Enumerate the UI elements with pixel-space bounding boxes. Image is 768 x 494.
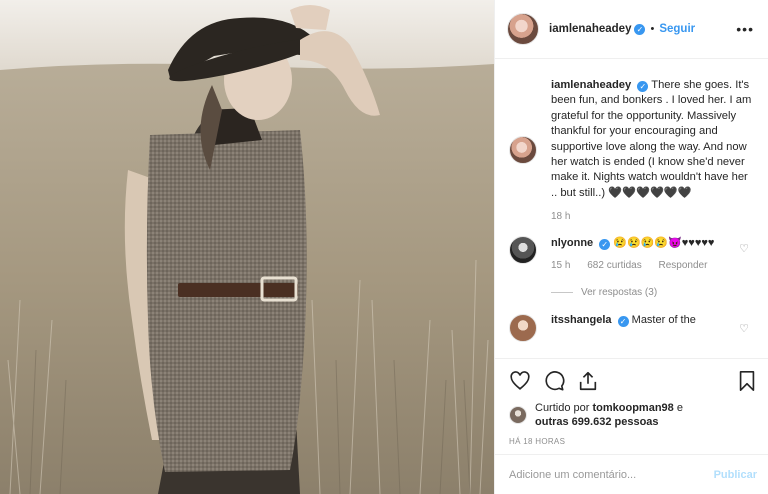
- liked-by: Curtido por tomkoopman98 e outras 699.63…: [509, 401, 757, 429]
- separator-dot: •: [650, 23, 655, 35]
- verified-badge-icon: ✓: [617, 316, 629, 328]
- author-avatar[interactable]: [507, 13, 539, 45]
- comment-text: Master of the: [631, 314, 696, 327]
- action-bar: [509, 369, 757, 393]
- comment-text: 😢😢😢😢😈♥♥♥♥♥: [613, 237, 715, 250]
- liker-avatar[interactable]: [509, 406, 527, 424]
- caption: iamlenaheadey ✓ There she goes. It's bee…: [509, 78, 757, 201]
- comment-item: nlyonne ✓ 😢😢😢😢😈♥♥♥♥♥ 15 h 682 curtidas R…: [509, 236, 757, 271]
- replies-line: [551, 292, 573, 294]
- comment-like-heart-icon[interactable]: ♡: [739, 242, 749, 255]
- post-photo[interactable]: [0, 0, 494, 494]
- comment-body: nlyonne ✓ 😢😢😢😢😈♥♥♥♥♥ 15 h 682 curtidas R…: [551, 236, 721, 271]
- post-header: iamlenaheadey ✓ • Seguir •••: [495, 0, 768, 59]
- comment-body: itsshangela ✓ Master of the: [551, 314, 696, 342]
- liked-by-text: Curtido por tomkoopman98 e outras 699.63…: [535, 401, 683, 429]
- comment-input[interactable]: [509, 468, 714, 481]
- author-username[interactable]: iamlenaheadey: [549, 23, 631, 35]
- comment-username[interactable]: nlyonne: [551, 237, 593, 249]
- heart-icon[interactable]: [509, 370, 531, 392]
- view-replies-button[interactable]: Ver respostas (3): [551, 287, 757, 298]
- commenter-avatar[interactable]: [509, 236, 537, 265]
- share-icon[interactable]: [577, 370, 599, 392]
- verified-badge-icon: ✓: [637, 81, 649, 92]
- comments-list[interactable]: iamlenaheadey ✓ There she goes. It's bee…: [495, 60, 768, 358]
- view-replies-label[interactable]: Ver respostas (3): [581, 287, 657, 298]
- liked-by-prefix: Curtido por: [535, 402, 590, 414]
- post-dialog: iamlenaheadey ✓ • Seguir ••• iamlenahead…: [0, 0, 768, 494]
- caption-username[interactable]: iamlenaheadey: [551, 79, 631, 91]
- caption-body: There she goes. It's been fun, and bonke…: [551, 79, 752, 199]
- commenter-avatar[interactable]: [509, 314, 537, 343]
- verified-badge-icon: ✓: [599, 239, 611, 251]
- comment-item: itsshangela ✓ Master of the ♡: [509, 314, 757, 343]
- caption-text: iamlenaheadey ✓ There she goes. It's bee…: [551, 78, 757, 201]
- more-options-icon[interactable]: •••: [736, 21, 754, 37]
- post-side-panel: iamlenaheadey ✓ • Seguir ••• iamlenahead…: [494, 0, 768, 494]
- liked-by-others[interactable]: outras 699.632 pessoas: [535, 416, 659, 428]
- follow-button[interactable]: Seguir: [659, 23, 695, 35]
- reply-button[interactable]: Responder: [659, 260, 708, 271]
- caption-avatar[interactable]: [509, 136, 537, 164]
- post-timestamp[interactable]: HÁ 18 HORAS: [509, 437, 757, 446]
- post-actions: Curtido por tomkoopman98 e outras 699.63…: [495, 358, 768, 446]
- comment-username[interactable]: itsshangela: [551, 314, 612, 326]
- liked-by-middle: e: [676, 402, 683, 414]
- bookmark-icon[interactable]: [737, 370, 757, 392]
- caption-age: 18 h: [551, 211, 571, 223]
- publish-button[interactable]: Publicar: [714, 469, 757, 481]
- verified-badge-icon: ✓: [634, 23, 646, 35]
- add-comment-bar: Publicar: [495, 454, 768, 494]
- comment-age: 15 h: [551, 260, 571, 272]
- comment-meta: 15 h 682 curtidas Responder: [551, 260, 721, 271]
- comment-icon[interactable]: [543, 370, 565, 392]
- comment-likes[interactable]: 682 curtidas: [587, 260, 641, 271]
- liked-by-user[interactable]: tomkoopman98: [592, 402, 673, 414]
- comment-like-heart-icon[interactable]: ♡: [739, 322, 749, 335]
- photo-image: [0, 0, 494, 494]
